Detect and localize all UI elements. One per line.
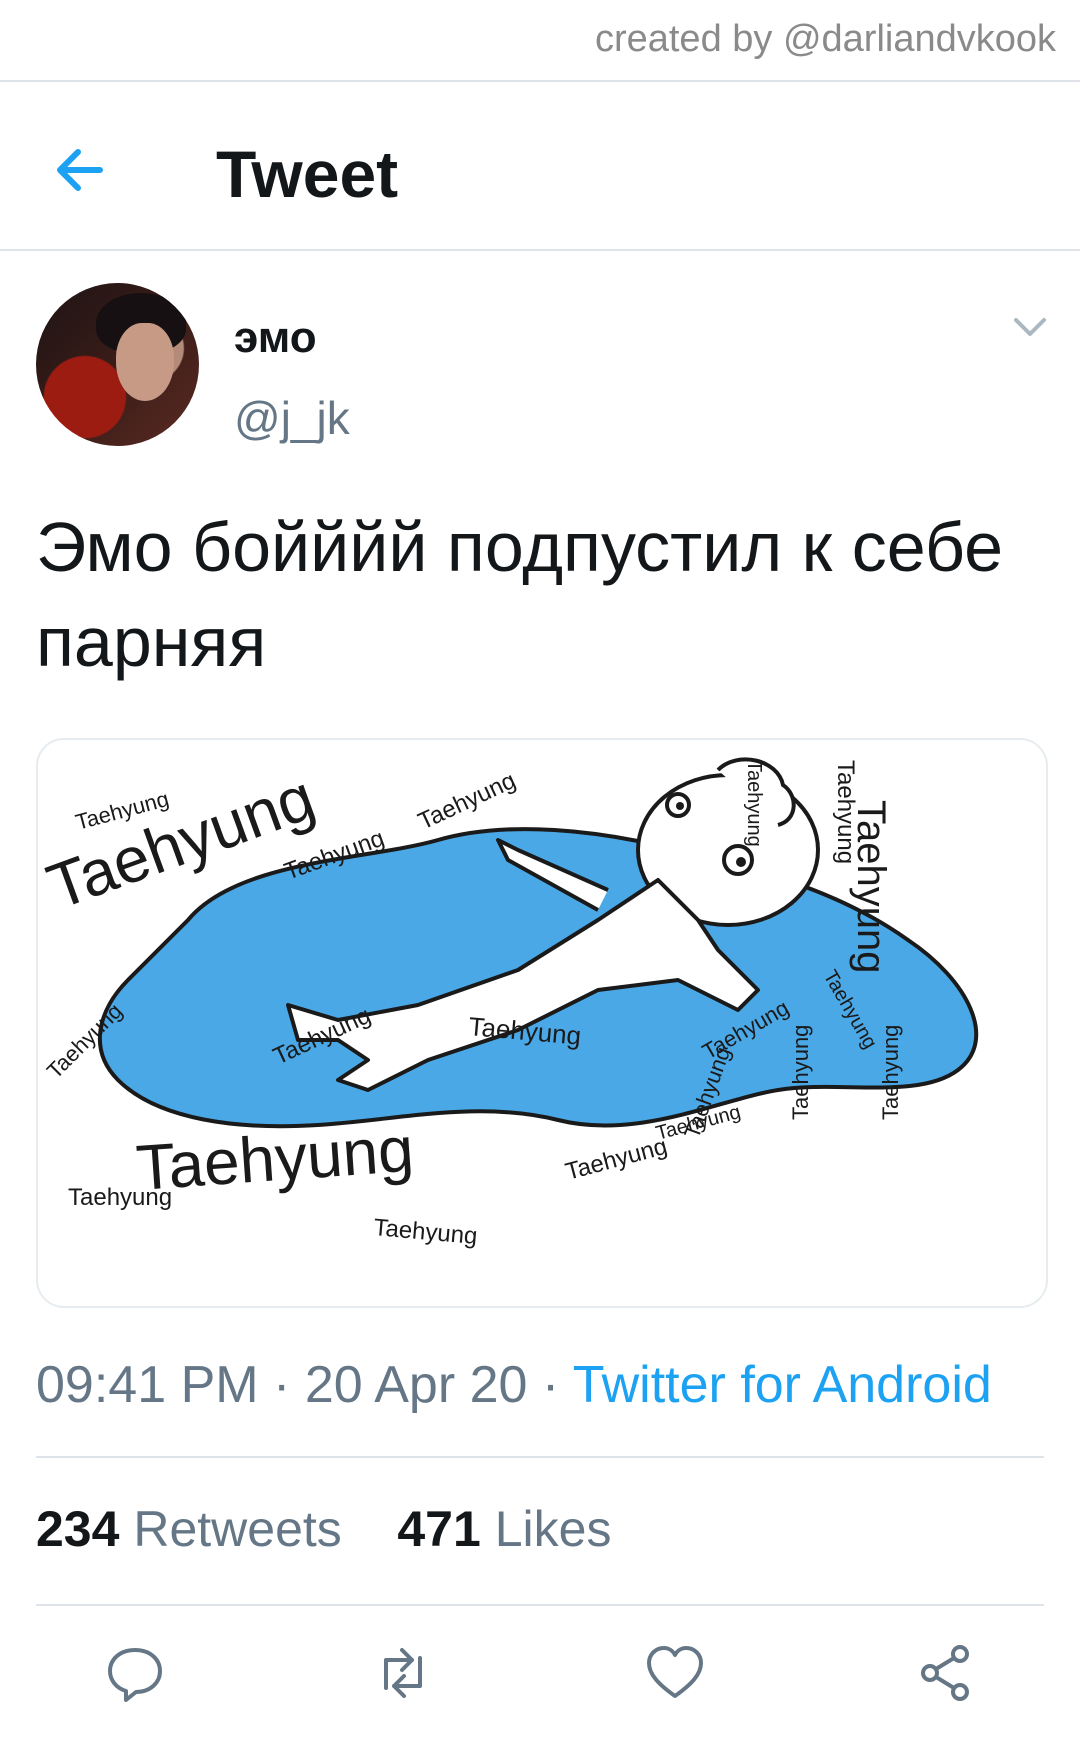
- tweet-text: Эмо бойййй подпустил к себе парняя: [36, 508, 1004, 681]
- tweet-time: 09:41 PM: [36, 1356, 259, 1414]
- avatar[interactable]: [36, 283, 199, 446]
- like-icon[interactable]: [644, 1642, 706, 1704]
- meta-separator: ·: [541, 1356, 560, 1414]
- user-handle[interactable]: @j_jk: [234, 391, 350, 445]
- divider-top: [0, 80, 1080, 82]
- tweet-image[interactable]: Taehyung Taehyung Taehyung Taehyung Taehyung…: [36, 738, 1048, 1308]
- likes-stat[interactable]: 471 Likes: [397, 1501, 611, 1557]
- image-label: Taehyung: [743, 760, 765, 847]
- image-label: Taehyung: [878, 1025, 903, 1120]
- image-label: Taehyung: [563, 1133, 671, 1186]
- divider-header: [0, 249, 1080, 251]
- image-label: Taehyung: [134, 1113, 416, 1204]
- image-label: Taehyung: [372, 1214, 478, 1250]
- watermark: created by @darliandvkook: [594, 18, 1056, 60]
- tweet-source-link[interactable]: Twitter for Android: [573, 1356, 992, 1414]
- image-label: Taehyung: [849, 800, 893, 973]
- share-icon[interactable]: [914, 1642, 976, 1704]
- divider-stats: [36, 1604, 1044, 1606]
- image-label: Taehyung: [788, 1025, 813, 1120]
- reply-icon[interactable]: [104, 1642, 166, 1704]
- retweets-count: 234: [36, 1501, 120, 1557]
- user-display-name[interactable]: эмо: [234, 313, 317, 363]
- image-label: Taehyung: [68, 1184, 172, 1211]
- likes-count: 471: [397, 1501, 481, 1557]
- tweet-meta: 09:41 PM · 20 Apr 20 · Twitter for Andro…: [36, 1355, 992, 1415]
- meta-separator: ·: [273, 1356, 291, 1414]
- retweet-icon[interactable]: [372, 1642, 434, 1704]
- chevron-down-icon[interactable]: [1010, 312, 1050, 342]
- tweet-date: 20 Apr 20: [304, 1356, 528, 1414]
- image-label: Taehyung: [414, 767, 520, 835]
- arrow-left-icon[interactable]: [52, 140, 112, 200]
- divider-meta: [36, 1456, 1044, 1458]
- page-title: Tweet: [216, 137, 399, 211]
- retweets-stat[interactable]: 234 Retweets: [36, 1501, 356, 1557]
- tweet-stats: 234 Retweets 471 Likes: [36, 1500, 611, 1558]
- retweets-label: Retweets: [133, 1501, 342, 1557]
- likes-label: Likes: [494, 1501, 612, 1557]
